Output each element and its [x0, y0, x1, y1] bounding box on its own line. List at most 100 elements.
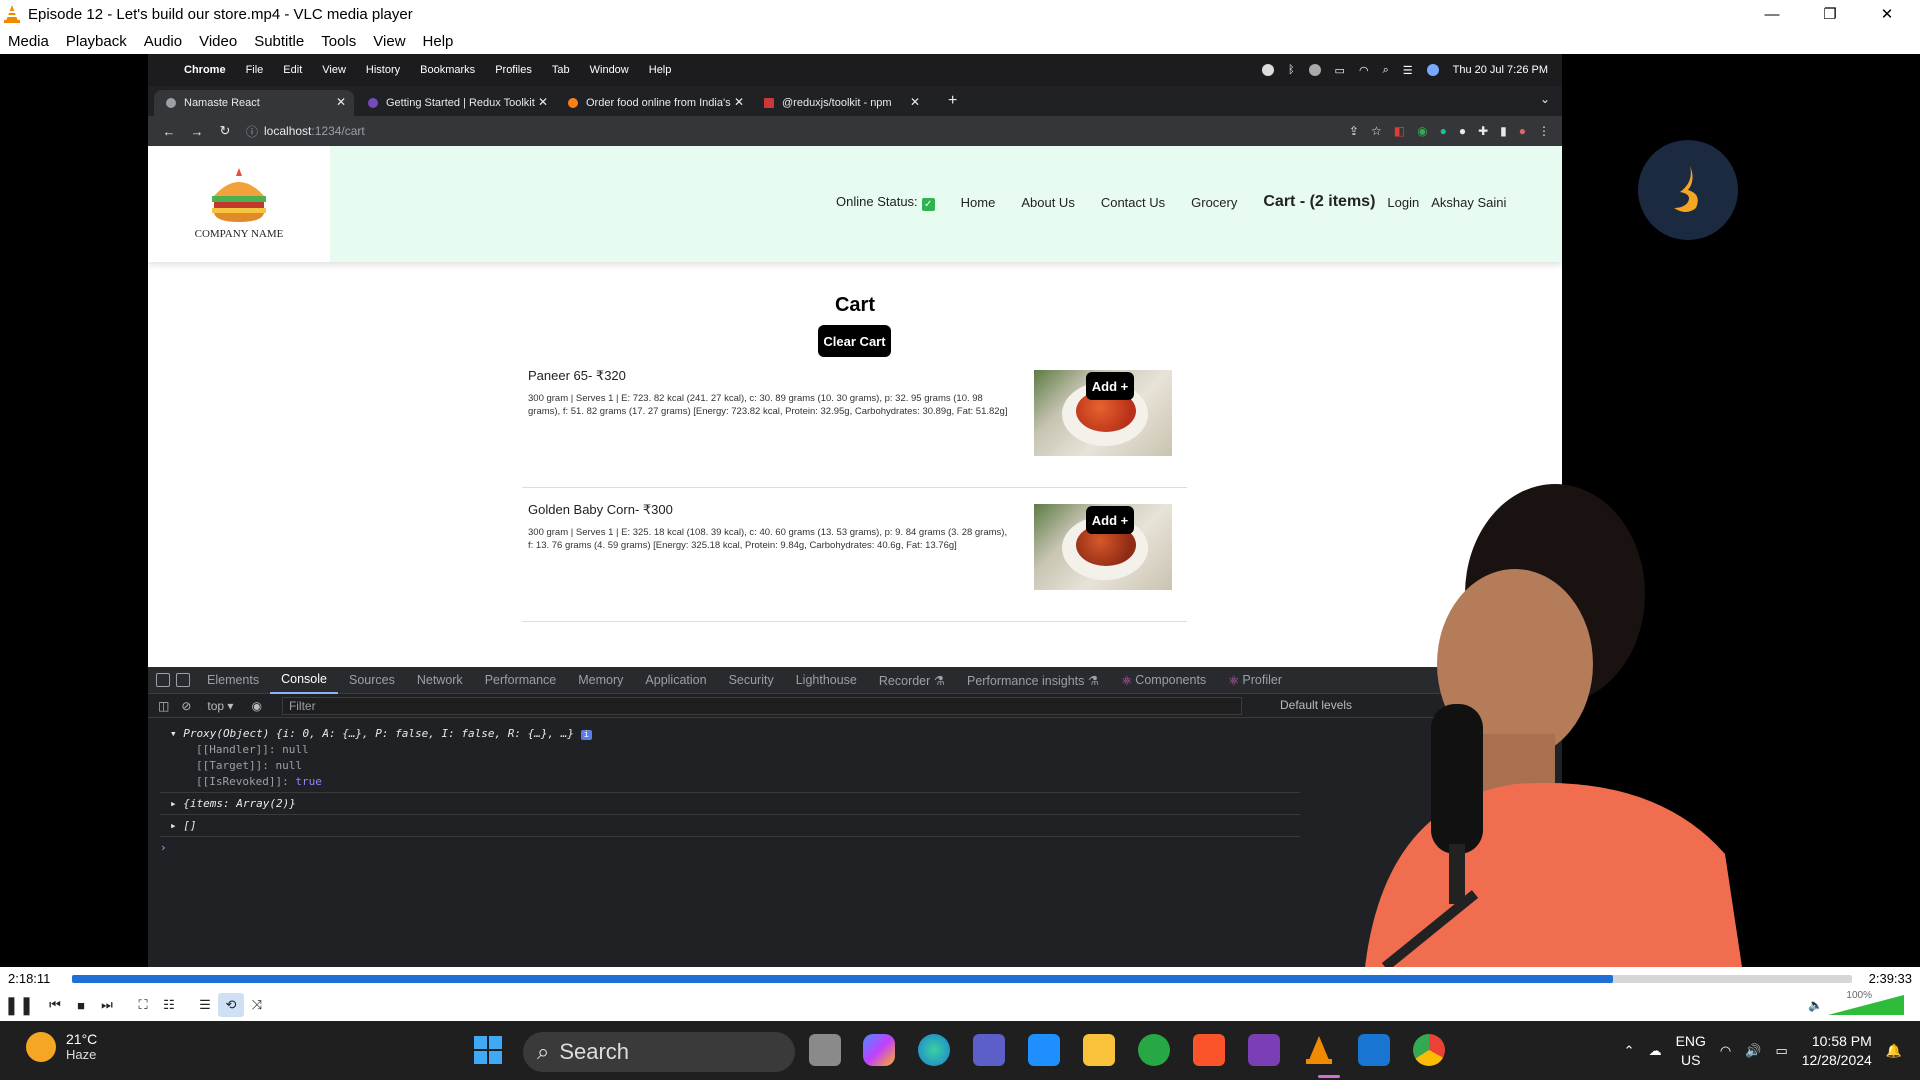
menu-tools[interactable]: Tools — [313, 33, 365, 50]
maximize-button[interactable]: ❐ — [1801, 0, 1859, 28]
volume-slider[interactable]: 🔈 100% — [1808, 990, 1908, 1017]
menu-subtitle[interactable]: Subtitle — [246, 33, 313, 50]
back-icon[interactable]: ← — [162, 124, 176, 139]
sidebar-toggle-icon[interactable]: ◫ — [158, 699, 169, 713]
nav-home[interactable]: Home — [961, 195, 996, 210]
brave-icon[interactable] — [1193, 1034, 1225, 1066]
site-info-icon[interactable]: ⓘ — [246, 123, 258, 140]
add-button[interactable]: Add + — [1086, 506, 1134, 534]
app-icon[interactable] — [1248, 1034, 1280, 1066]
context-select[interactable]: top ▾ — [207, 699, 233, 713]
tab-sources[interactable]: Sources — [338, 667, 406, 694]
profile-avatar-icon[interactable]: ● — [1519, 124, 1526, 138]
volume-icon[interactable]: 🔊 — [1745, 1043, 1761, 1059]
mail-icon[interactable] — [1028, 1034, 1060, 1066]
minimize-button[interactable]: — — [1743, 0, 1801, 28]
wifi-icon[interactable]: ◠ — [1720, 1043, 1731, 1059]
extension-icon[interactable]: ● — [1459, 124, 1466, 138]
extensions-puzzle-icon[interactable]: ✚ — [1478, 124, 1488, 138]
tab-security[interactable]: Security — [718, 667, 785, 694]
teams-icon[interactable] — [973, 1034, 1005, 1066]
inspect-element-icon[interactable] — [156, 673, 170, 687]
shuffle-icon[interactable]: ⤨ — [244, 993, 270, 1017]
reload-icon[interactable]: ↻ — [218, 123, 232, 139]
stop-icon[interactable]: ■ — [68, 993, 94, 1017]
tab-console[interactable]: Console — [270, 667, 338, 694]
onedrive-icon[interactable]: ☁ — [1649, 1043, 1662, 1059]
windows-start-icon[interactable] — [472, 1034, 504, 1066]
seek-bar[interactable] — [72, 975, 1852, 983]
previous-icon[interactable]: ⏮ — [42, 993, 68, 1017]
tab-lighthouse[interactable]: Lighthouse — [785, 667, 868, 694]
console-entry-array[interactable]: ▸ [] — [170, 819, 197, 832]
pause-icon[interactable]: ❚❚ — [4, 993, 34, 1017]
nav-contact[interactable]: Contact Us — [1101, 195, 1165, 210]
menu-view[interactable]: View — [365, 33, 414, 50]
tab-npm[interactable]: @reduxjs/toolkit - npm ✕ — [752, 90, 928, 116]
console-prompt[interactable]: › — [160, 841, 167, 854]
chrome-icon[interactable] — [1413, 1034, 1445, 1066]
tab-close-icon[interactable]: ✕ — [538, 95, 548, 109]
copilot-icon[interactable] — [863, 1034, 895, 1066]
next-icon[interactable]: ⏭ — [94, 993, 120, 1017]
vlc-taskbar-icon[interactable] — [1303, 1034, 1335, 1066]
live-expression-eye-icon[interactable]: ◉ — [251, 699, 261, 713]
menu-media[interactable]: Media — [0, 33, 58, 50]
tab-memory[interactable]: Memory — [567, 667, 634, 694]
extension-icon[interactable]: ◧ — [1394, 124, 1405, 138]
tab-performance-insights[interactable]: Performance insights ⚗ — [956, 667, 1110, 694]
menu-audio[interactable]: Audio — [136, 33, 191, 50]
loop-icon[interactable]: ⟲ — [218, 993, 244, 1017]
login-button[interactable]: Login — [1387, 195, 1419, 210]
menu-playback[interactable]: Playback — [58, 33, 136, 50]
forward-icon[interactable]: → — [190, 124, 204, 139]
tab-redux-toolkit[interactable]: Getting Started | Redux Toolkit ✕ — [356, 90, 556, 116]
nav-cart[interactable]: Cart - (2 items) — [1263, 193, 1375, 211]
tab-application[interactable]: Application — [634, 667, 717, 694]
tab-elements[interactable]: Elements — [196, 667, 270, 694]
side-panel-icon[interactable]: ▮ — [1500, 124, 1507, 138]
bookmark-star-icon[interactable]: ☆ — [1371, 124, 1382, 138]
edge-icon[interactable] — [918, 1034, 950, 1066]
show-hidden-icons[interactable]: ⌃ — [1624, 1043, 1635, 1059]
battery-icon[interactable]: ▭ — [1775, 1043, 1787, 1059]
console-entry-proxy[interactable]: ▾ Proxy(Object) {i: 0, A: {…}, P: false,… — [170, 727, 593, 740]
tab-search-icon[interactable]: ⌄ — [1540, 92, 1550, 106]
tab-namaste-react[interactable]: Namaste React ✕ — [154, 90, 354, 116]
address-bar[interactable]: ⓘ localhost:1234/cart — [246, 123, 365, 140]
tab-profiler[interactable]: ⚛ Profiler — [1217, 667, 1293, 694]
taskbar-search[interactable]: ⌕ Search — [523, 1032, 795, 1072]
nav-grocery[interactable]: Grocery — [1191, 195, 1237, 210]
tab-components[interactable]: ⚛ Components — [1110, 667, 1217, 694]
notifications-icon[interactable]: 🔔 — [1886, 1043, 1902, 1059]
weather-widget[interactable]: 21°C Haze — [26, 1031, 97, 1062]
chrome-menu-icon[interactable]: ⋮ — [1538, 124, 1550, 138]
tab-swiggy[interactable]: Order food online from India's ✕ — [556, 90, 752, 116]
file-explorer-icon[interactable] — [1083, 1034, 1115, 1066]
device-toolbar-icon[interactable] — [176, 673, 190, 687]
tab-close-icon[interactable]: ✕ — [734, 95, 744, 109]
tab-close-icon[interactable]: ✕ — [910, 95, 920, 109]
tab-close-icon[interactable]: ✕ — [336, 95, 346, 109]
close-button[interactable]: ✕ — [1858, 0, 1916, 28]
clear-console-icon[interactable]: ⊘ — [181, 699, 191, 713]
playlist-icon[interactable]: ☰ — [192, 993, 218, 1017]
xbox-icon[interactable] — [1138, 1034, 1170, 1066]
menu-video[interactable]: Video — [191, 33, 246, 50]
logo[interactable]: COMPANY NAME — [148, 146, 330, 262]
language-indicator[interactable]: ENG US — [1676, 1032, 1706, 1070]
console-filter-input[interactable]: Filter — [281, 696, 1242, 715]
tab-network[interactable]: Network — [406, 667, 474, 694]
add-button[interactable]: Add + — [1086, 372, 1134, 400]
extended-settings-icon[interactable]: ☷ — [156, 993, 182, 1017]
console-entry-items[interactable]: ▸ {items: Array(2)} — [170, 797, 296, 810]
new-tab-button[interactable]: + — [948, 92, 957, 110]
share-icon[interactable]: ⇪ — [1349, 124, 1359, 138]
vscode-icon[interactable] — [1358, 1034, 1390, 1066]
grammarly-icon[interactable]: ● — [1440, 124, 1447, 138]
video-frame[interactable]: Chrome File Edit View History Bookmarks … — [0, 54, 1920, 967]
nav-about[interactable]: About Us — [1021, 195, 1074, 210]
menu-help[interactable]: Help — [415, 33, 463, 50]
clear-cart-button[interactable]: Clear Cart — [818, 325, 891, 357]
tab-performance[interactable]: Performance — [474, 667, 568, 694]
